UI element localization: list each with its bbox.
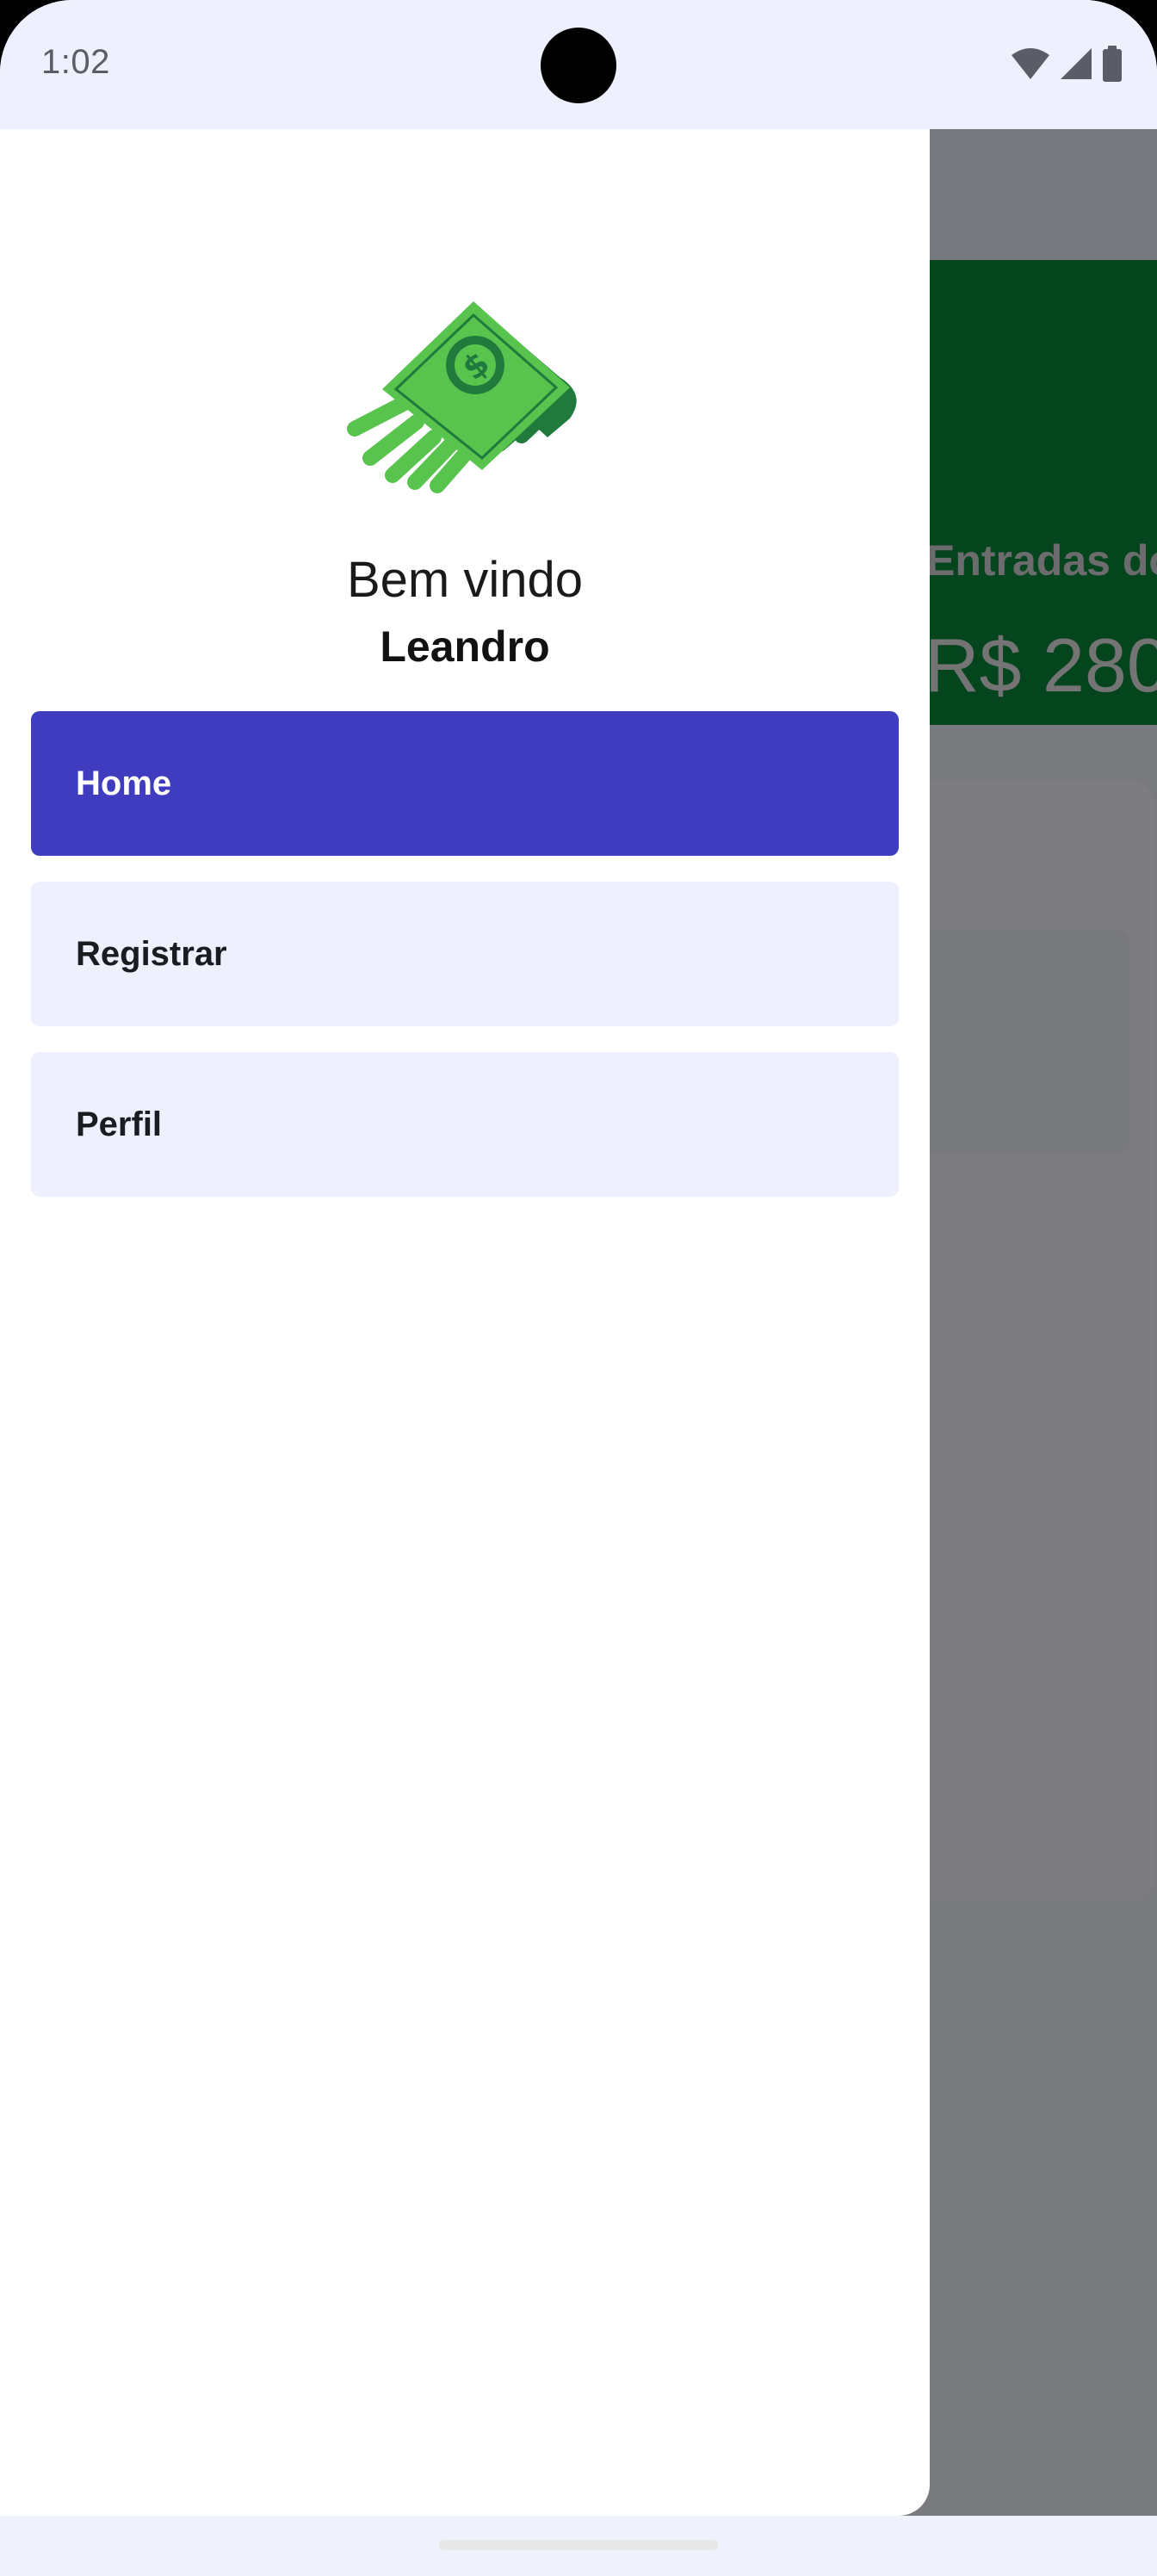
status-bar: 1:02: [0, 0, 1157, 129]
status-time: 1:02: [41, 43, 110, 81]
drawer-item-perfil[interactable]: Perfil: [31, 1052, 899, 1197]
gesture-navigation-bar[interactable]: [439, 2540, 718, 2550]
username: Leandro: [380, 622, 550, 671]
drawer-item-label: Registrar: [76, 934, 227, 973]
cell-signal-icon: [1061, 48, 1092, 79]
drawer-item-home[interactable]: Home: [31, 711, 899, 856]
battery-icon: [1103, 46, 1122, 82]
phone-screen: Entradas do R$ 280 1:02: [0, 0, 1157, 2576]
navigation-drawer: $ Bem vindo Leandro Home Registrar Perfi…: [0, 129, 930, 2516]
status-icons: [1011, 45, 1123, 83]
welcome-text: Bem vindo: [346, 552, 584, 608]
money-bill-icon: $: [347, 301, 577, 493]
drawer-item-label: Perfil: [76, 1105, 163, 1143]
wifi-icon: [1012, 48, 1049, 79]
drawer-item-label: Home: [76, 764, 172, 802]
camera-cutout: [541, 28, 616, 103]
drawer-item-registrar[interactable]: Registrar: [31, 882, 899, 1026]
